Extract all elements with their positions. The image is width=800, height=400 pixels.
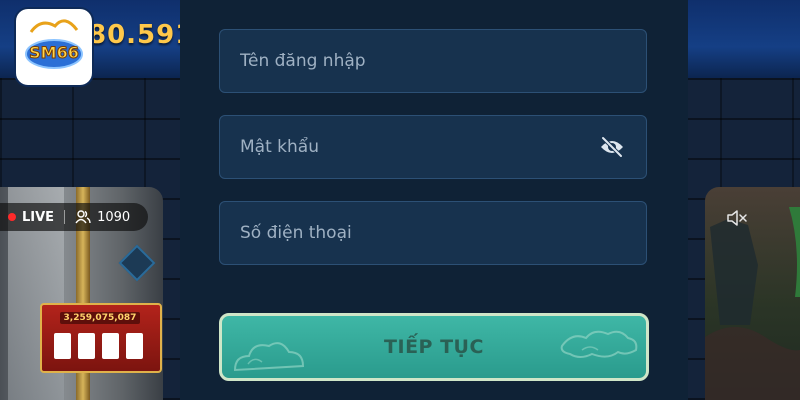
username-field[interactable] bbox=[219, 29, 647, 93]
cloud-decoration-icon bbox=[233, 342, 305, 372]
viewers-icon bbox=[75, 210, 91, 224]
continue-button-label: TIẾP TỤC bbox=[384, 336, 484, 358]
live-badge: LIVE 1090 bbox=[0, 203, 148, 231]
phone-input[interactable] bbox=[240, 223, 626, 243]
register-form-panel: TIẾP TỤC bbox=[180, 0, 688, 400]
live-dot-icon bbox=[8, 213, 16, 221]
slot-reel bbox=[54, 333, 71, 359]
live-label: LIVE bbox=[22, 209, 55, 225]
slot-reel bbox=[78, 333, 95, 359]
username-input[interactable] bbox=[240, 51, 626, 71]
cloud-decoration-icon bbox=[560, 330, 638, 358]
viewer-count: 1090 bbox=[97, 209, 131, 225]
mute-button[interactable] bbox=[719, 203, 755, 233]
password-input[interactable] bbox=[240, 137, 598, 157]
phone-field[interactable] bbox=[219, 201, 647, 265]
eye-slash-icon bbox=[601, 136, 623, 158]
pill-divider bbox=[64, 210, 66, 224]
toggle-password-visibility-button[interactable] bbox=[598, 133, 626, 161]
slot-reel bbox=[126, 333, 143, 359]
password-field[interactable] bbox=[219, 115, 647, 179]
brand-logo[interactable]: SM66 bbox=[16, 9, 92, 85]
machine-counter: 3,259,075,087 bbox=[60, 312, 140, 324]
slot-reel bbox=[102, 333, 119, 359]
brand-logo-icon: SM66 bbox=[25, 19, 83, 69]
jackpot-machine: 3,259,075,087 bbox=[40, 303, 162, 373]
logo-text: SM66 bbox=[29, 43, 79, 62]
continue-button[interactable]: TIẾP TỤC bbox=[219, 313, 649, 381]
speaker-muted-icon bbox=[727, 210, 747, 226]
jackpot-number: 80.591 bbox=[88, 20, 195, 50]
